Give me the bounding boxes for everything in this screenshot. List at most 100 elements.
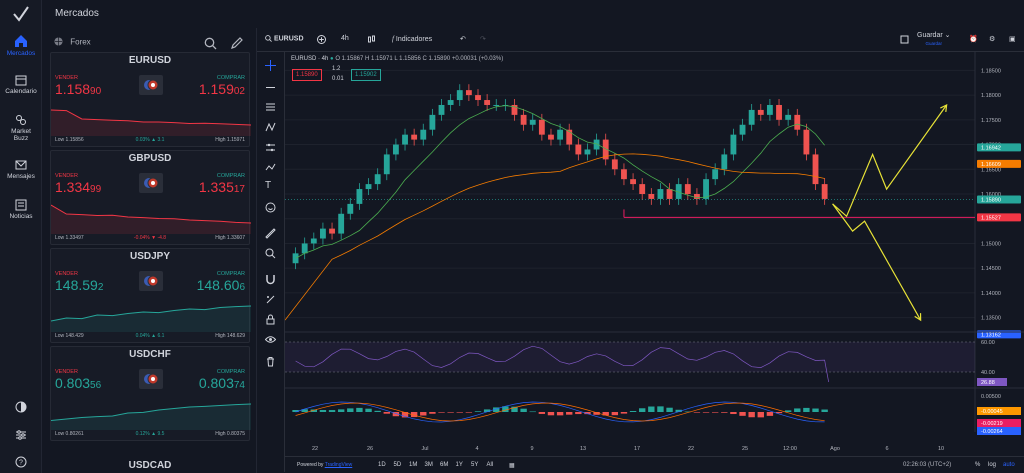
- price-badge-label: 1.15527: [981, 215, 1001, 221]
- zoom-icon[interactable]: [265, 246, 276, 264]
- gear-icon[interactable]: ⚙: [989, 35, 995, 43]
- tradingview-link[interactable]: TradingView: [325, 462, 353, 468]
- buy-price-button[interactable]: 148.606: [197, 277, 245, 293]
- theme-toggle-icon[interactable]: [15, 400, 27, 418]
- chart-window: EURUSD 4h f Indicadores ↶ ↷ Guardar ⌄ Gu…: [256, 28, 1024, 473]
- range-button-6m[interactable]: 6M: [440, 462, 448, 468]
- buy-price-main: 1.159: [198, 81, 234, 97]
- market-category-selector[interactable]: Forex: [54, 37, 91, 48]
- quote-card-usdjpy[interactable]: USDJPY VENDER COMPRAR 148.592 148.606 Low 148…: [50, 248, 251, 343]
- layout-checkbox-icon[interactable]: [900, 35, 909, 46]
- page-title: Mercados: [55, 8, 99, 19]
- lot-size[interactable]: 0.01: [332, 76, 344, 82]
- candle-body: [739, 124, 746, 135]
- quote-card-gbpusd[interactable]: GBPUSD VENDER COMPRAR 1.33499 1.33517 Low 1.3…: [50, 150, 251, 245]
- eye-icon[interactable]: [264, 332, 277, 350]
- quote-card-eurusd[interactable]: EURUSD VENDER COMPRAR 1.15890 1.15902 Low 1.1…: [50, 52, 251, 147]
- range-button-1m[interactable]: 1M: [409, 462, 417, 468]
- nav-calendario[interactable]: Calendario: [0, 74, 42, 95]
- buy-price-button[interactable]: 1.15902: [199, 81, 245, 97]
- undo-icon[interactable]: ↶: [460, 35, 466, 43]
- buy-price-button[interactable]: 0.80374: [199, 375, 245, 391]
- range-button-1y[interactable]: 1Y: [456, 462, 463, 468]
- range-button-3m[interactable]: 3M: [425, 462, 433, 468]
- nav-label: Mensajes: [7, 173, 35, 180]
- macd-histogram-bar: [575, 412, 582, 415]
- buy-order-button[interactable]: 1.15902: [351, 69, 381, 81]
- range-button-5y[interactable]: 5Y: [471, 462, 478, 468]
- sell-price-button[interactable]: 148.592: [55, 277, 103, 293]
- brush-icon[interactable]: [265, 160, 276, 178]
- fib-icon[interactable]: [265, 100, 276, 118]
- candle-body: [776, 104, 782, 120]
- candle-body: [584, 149, 591, 155]
- camera-icon[interactable]: ▣: [1009, 35, 1016, 43]
- candle-body: [757, 109, 764, 115]
- sell-price-button[interactable]: 0.80356: [55, 375, 101, 391]
- interval-button[interactable]: 4h: [341, 35, 349, 42]
- indicators-button[interactable]: f Indicadores: [392, 35, 432, 43]
- y-tick-label: 1.14000: [981, 291, 1001, 297]
- candle-body: [648, 194, 655, 199]
- trend-line-icon[interactable]: [265, 80, 276, 98]
- auto-scale-button[interactable]: auto: [1003, 462, 1015, 468]
- candle-type-icon[interactable]: [367, 35, 376, 46]
- save-button[interactable]: Guardar ⌄ Guardar: [917, 32, 951, 48]
- crosshair-icon[interactable]: [265, 58, 276, 76]
- sell-price-button[interactable]: 1.15890: [55, 81, 101, 97]
- redo-icon[interactable]: ↷: [480, 35, 486, 43]
- lock-drawing-icon[interactable]: [265, 292, 276, 310]
- calendar-range-icon[interactable]: ▦: [509, 462, 515, 469]
- spread-value: 1.2: [332, 66, 341, 72]
- sell-order-button[interactable]: 1.15890: [292, 69, 322, 81]
- symbol-search-button[interactable]: EURUSD: [265, 35, 304, 42]
- settings-sliders-icon[interactable]: [15, 428, 27, 446]
- candle-body: [447, 100, 454, 105]
- range-button-5d[interactable]: 5D: [394, 462, 402, 468]
- home-icon: [15, 35, 27, 47]
- buzz-icon: [16, 115, 26, 125]
- candle-body: [429, 114, 436, 130]
- buy-price-main: 0.803: [198, 375, 234, 391]
- indicators-label: Indicadores: [395, 36, 433, 43]
- app: Mercados Calendario Market Buzz Mensajes…: [0, 0, 1024, 473]
- help-icon[interactable]: ?: [15, 455, 27, 473]
- pattern-icon[interactable]: [265, 120, 276, 138]
- ruler-icon[interactable]: [265, 226, 276, 244]
- clock-time[interactable]: 02:26:03 (UTC+2): [903, 462, 951, 468]
- emoji-icon[interactable]: [265, 200, 276, 218]
- x-tick-label: 26: [367, 446, 373, 452]
- powered-by-label: Powered by TradingView: [297, 462, 352, 468]
- nav-market-buzz[interactable]: Market Buzz: [0, 114, 42, 142]
- lock-icon[interactable]: [265, 312, 276, 330]
- log-scale-button[interactable]: log: [988, 462, 996, 468]
- text-tool-icon[interactable]: T: [265, 180, 271, 191]
- next-symbol[interactable]: USDCAD: [50, 460, 250, 471]
- range-button-1d[interactable]: 1D: [378, 462, 386, 468]
- macd-histogram-bar: [566, 412, 573, 415]
- magnet-icon[interactable]: [265, 272, 276, 290]
- macd-histogram-bar: [374, 410, 381, 412]
- forecast-icon[interactable]: [265, 140, 276, 158]
- sell-price-button[interactable]: 1.33499: [55, 179, 101, 195]
- search-icon: [265, 35, 272, 42]
- trash-icon[interactable]: [265, 354, 276, 372]
- range-button-all[interactable]: All: [487, 462, 494, 468]
- x-tick-label: 9: [530, 446, 533, 452]
- macd-histogram-bar: [639, 408, 646, 412]
- quote-card-usdchf[interactable]: USDCHF VENDER COMPRAR 0.80356 0.80374 Low 0.8…: [50, 346, 251, 441]
- nav-mercados[interactable]: Mercados: [0, 34, 42, 57]
- candle-body: [338, 213, 345, 234]
- svg-text:?: ?: [19, 460, 23, 467]
- buy-price-button[interactable]: 1.33517: [199, 179, 245, 195]
- alert-icon[interactable]: ⏰: [969, 35, 978, 43]
- percent-scale-button[interactable]: %: [975, 462, 980, 468]
- compare-plus-icon[interactable]: [317, 35, 326, 46]
- powered-text: Powered by: [297, 462, 324, 468]
- macd-histogram-bar: [721, 412, 728, 413]
- save-sub-label: Guardar: [925, 41, 943, 46]
- chart-toolbar: EURUSD 4h f Indicadores ↶ ↷ Guardar ⌄ Gu…: [257, 28, 1024, 52]
- price-chart[interactable]: 1.185001.180001.175001.170001.165001.160…: [285, 52, 1024, 456]
- nav-mensajes[interactable]: Mensajes: [0, 159, 42, 180]
- nav-noticias[interactable]: Noticias: [0, 199, 42, 220]
